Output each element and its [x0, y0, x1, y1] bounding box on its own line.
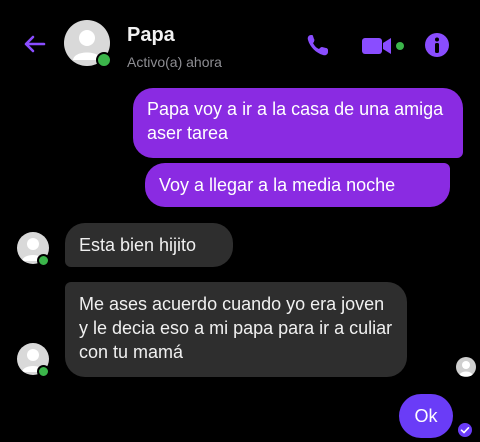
online-status-dot	[37, 254, 50, 267]
incoming-message[interactable]: Esta bien hijito	[65, 223, 233, 267]
delivered-check-icon	[458, 423, 472, 437]
incoming-message[interactable]: Me ases acuerdo cuando yo era joven y le…	[65, 282, 407, 377]
back-arrow-icon[interactable]	[20, 30, 48, 58]
contact-status: Activo(a) ahora	[127, 54, 222, 70]
chat-header: Papa Activo(a) ahora	[0, 0, 480, 82]
outgoing-message[interactable]: Ok	[399, 394, 453, 438]
online-status-dot	[96, 52, 112, 68]
outgoing-message[interactable]: Voy a llegar a la media noche	[145, 163, 450, 207]
contact-name[interactable]: Papa	[127, 24, 175, 47]
outgoing-message[interactable]: Papa voy a ir a la casa de una amiga ase…	[133, 88, 463, 158]
contact-avatar[interactable]	[64, 20, 114, 70]
seen-avatar-icon	[456, 357, 476, 377]
info-icon[interactable]	[424, 32, 450, 58]
video-camera-icon[interactable]	[358, 32, 408, 58]
online-status-dot	[37, 365, 50, 378]
phone-icon[interactable]	[304, 32, 332, 58]
